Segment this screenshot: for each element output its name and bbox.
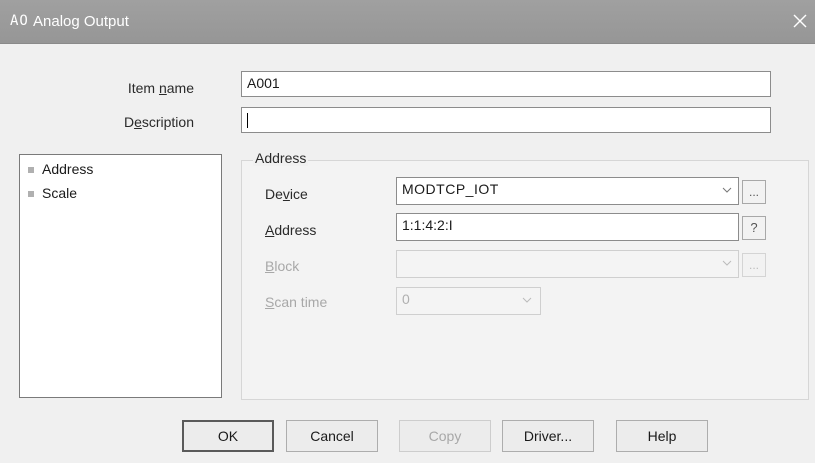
ok-button[interactable]: OK — [182, 420, 274, 452]
scan-time-label: Scan time — [265, 294, 328, 310]
address-label: Address — [265, 222, 317, 238]
block-label: Block — [265, 258, 300, 274]
description-label: Description — [123, 114, 194, 130]
driver-button[interactable]: Driver... — [502, 420, 594, 452]
device-label: Device — [265, 186, 308, 202]
bullet-icon — [28, 191, 34, 198]
device-select[interactable]: MODTCP_IOT — [396, 177, 739, 205]
block-select[interactable] — [396, 250, 739, 278]
close-icon[interactable] — [788, 8, 812, 34]
help-button[interactable]: Help — [616, 420, 708, 452]
item-name-input[interactable]: A001 — [241, 71, 771, 97]
cancel-button[interactable]: Cancel — [286, 420, 378, 452]
address-help-button[interactable]: ? — [742, 216, 766, 240]
chevron-down-icon — [522, 297, 532, 303]
block-browse-button[interactable]: ... — [742, 253, 766, 277]
app-icon: AO — [10, 13, 29, 29]
copy-button[interactable]: Copy — [399, 420, 491, 452]
property-tree[interactable]: Address Scale — [19, 154, 222, 398]
address-group-legend: Address — [253, 150, 309, 166]
device-browse-button[interactable]: ... — [742, 180, 766, 204]
scan-time-select[interactable]: 0 — [396, 287, 541, 315]
tree-item-address[interactable]: Address — [28, 161, 93, 177]
item-name-label: Item name — [127, 80, 194, 96]
text-caret — [247, 112, 248, 128]
chevron-down-icon — [722, 260, 732, 266]
address-input[interactable]: 1:1:4:2:I — [396, 213, 739, 241]
chevron-down-icon — [722, 187, 732, 193]
description-input[interactable] — [241, 107, 771, 133]
bullet-icon — [28, 167, 34, 174]
tree-item-scale[interactable]: Scale — [28, 185, 77, 201]
window-title: Analog Output — [33, 13, 129, 30]
